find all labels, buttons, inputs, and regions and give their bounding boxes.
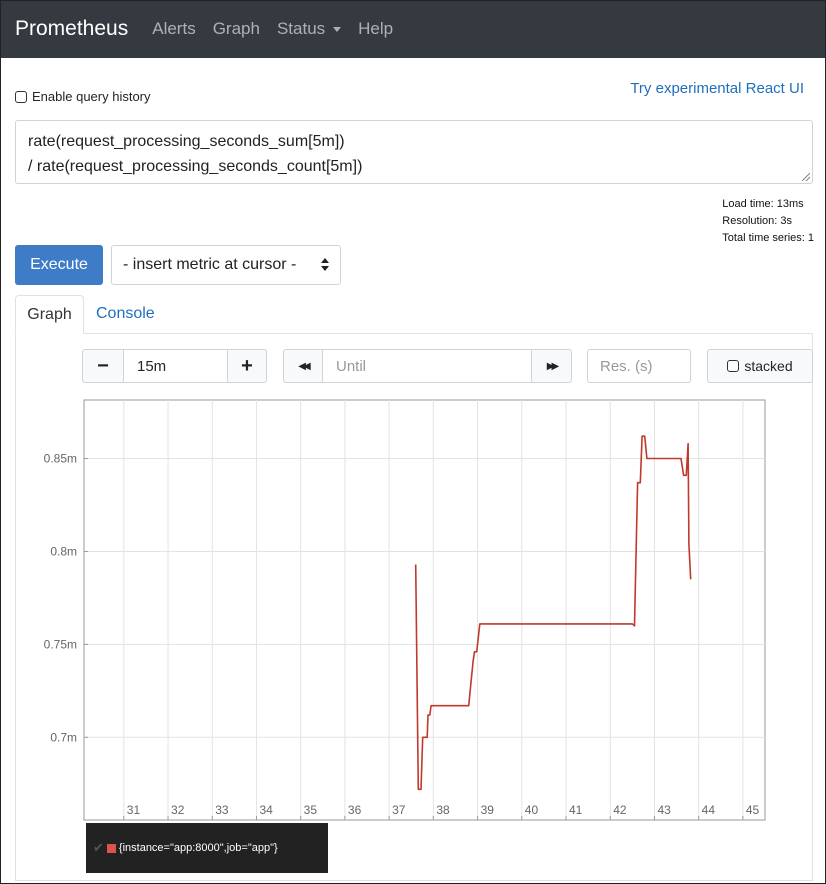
legend-swatch bbox=[106, 843, 116, 853]
x-tick-label: 45 bbox=[746, 803, 760, 817]
y-tick-label: 0.8m bbox=[50, 544, 77, 558]
x-tick-label: 38 bbox=[436, 803, 450, 817]
legend-check-icon[interactable]: ✔ bbox=[93, 840, 104, 856]
y-tick-label: 0.7m bbox=[50, 730, 77, 744]
x-tick-label: 44 bbox=[702, 803, 716, 817]
x-tick-label: 41 bbox=[569, 803, 583, 817]
x-tick-label: 39 bbox=[481, 803, 495, 817]
x-tick-label: 43 bbox=[657, 803, 671, 817]
x-tick-label: 36 bbox=[348, 803, 362, 817]
y-tick-label: 0.75m bbox=[44, 637, 77, 651]
y-tick-label: 0.85m bbox=[44, 452, 77, 466]
graph-chart: 31 32 33 34 35 36 37 38 39 40 41 42 43 44 45 0.7m 0.75m 0… bbox=[44, 399, 766, 821]
x-tick-label: 37 bbox=[392, 803, 406, 817]
x-tick-label: 34 bbox=[259, 803, 273, 817]
x-tick-label: 32 bbox=[171, 803, 185, 817]
legend-series-label[interactable]: {instance="app:8000",job="app"} bbox=[119, 842, 278, 854]
legend: ✔ {instance="app:8000",job="app"} bbox=[86, 823, 328, 873]
x-tick-label: 40 bbox=[525, 803, 539, 817]
x-tick-label: 42 bbox=[613, 803, 627, 817]
x-tick-label: 31 bbox=[127, 803, 141, 817]
x-tick-label: 35 bbox=[304, 803, 318, 817]
plot-area bbox=[83, 399, 766, 821]
x-tick-label: 33 bbox=[215, 803, 229, 817]
